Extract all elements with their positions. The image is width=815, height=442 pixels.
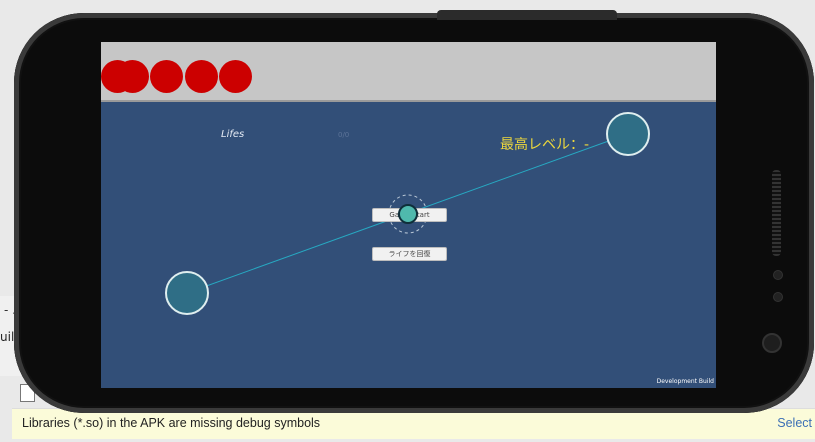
center-node-layer — [398, 204, 418, 224]
development-build-label: Development Build — [656, 378, 714, 385]
camera-icon — [762, 333, 782, 353]
notification-message: Libraries (*.so) in the APK are missing … — [22, 416, 321, 430]
game-screen[interactable]: Lifes 0/0 最高レベル：- Game Start ライフを回復 Deve… — [101, 42, 716, 388]
select-link[interactable]: Select — [777, 416, 812, 430]
sensor-dot — [773, 270, 783, 280]
speaker-grille — [772, 170, 781, 256]
phone-top-edge — [437, 10, 617, 20]
center-node — [398, 204, 418, 224]
sensor-dot — [773, 292, 783, 302]
